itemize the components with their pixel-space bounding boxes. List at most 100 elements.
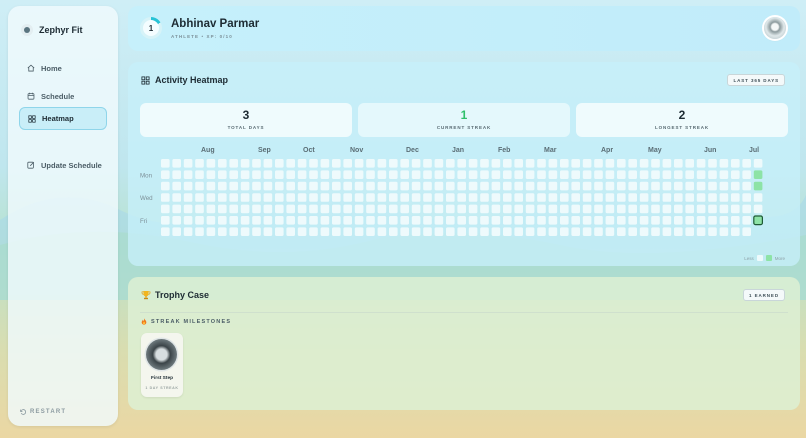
heatmap-day[interactable] [548,204,558,214]
heatmap-day[interactable] [571,181,580,191]
heatmap-day[interactable] [731,170,740,179]
heatmap-day[interactable] [696,159,706,168]
heatmap-day[interactable] [195,170,204,179]
heatmap-day[interactable] [594,181,603,191]
heatmap-day[interactable] [548,193,558,202]
heatmap-day[interactable] [491,227,501,236]
heatmap-day[interactable] [263,216,273,225]
heatmap-day[interactable] [503,193,512,202]
heatmap-day[interactable] [685,193,694,202]
heatmap-day[interactable] [377,181,387,191]
heatmap-day[interactable] [480,216,489,225]
heatmap-day[interactable] [457,181,466,191]
heatmap-day[interactable] [651,193,660,202]
heatmap-day[interactable] [480,181,489,191]
heatmap-day[interactable] [320,204,330,214]
heatmap-day[interactable] [400,159,409,168]
heatmap-day[interactable] [731,181,740,191]
heatmap-day[interactable] [719,227,729,236]
heatmap-day[interactable] [423,181,432,191]
heatmap-day[interactable] [446,227,455,236]
heatmap-day[interactable] [639,204,649,214]
heatmap-day[interactable] [582,204,592,214]
heatmap-day[interactable] [172,204,181,214]
heatmap-day[interactable] [617,181,626,191]
heatmap-day[interactable] [252,181,261,191]
heatmap-day[interactable] [332,216,341,225]
heatmap-day[interactable] [594,227,603,236]
heatmap-day[interactable] [457,204,466,214]
heatmap-day[interactable] [525,170,535,179]
heatmap-day[interactable] [605,181,615,191]
brand[interactable]: Zephyr Fit [24,25,83,35]
heatmap-day[interactable] [172,170,181,179]
heatmap-day[interactable] [275,227,284,236]
heatmap-day[interactable] [389,216,398,225]
heatmap-day[interactable] [229,227,238,236]
heatmap-day[interactable] [183,204,193,214]
heatmap-day[interactable] [229,193,238,202]
heatmap-day[interactable] [240,227,250,236]
avatar[interactable] [764,17,786,39]
heatmap-day[interactable] [708,216,717,225]
heatmap-day[interactable] [503,227,512,236]
heatmap-day[interactable] [662,216,672,225]
restart-button[interactable]: RESTART [20,409,66,415]
heatmap-day[interactable] [468,181,478,191]
heatmap-day[interactable] [480,204,489,214]
heatmap-day[interactable] [297,216,307,225]
heatmap-day[interactable] [343,181,352,191]
heatmap-day[interactable] [286,227,295,236]
heatmap-day[interactable] [252,170,261,179]
heatmap-day[interactable] [297,204,307,214]
heatmap-day[interactable] [240,193,250,202]
heatmap-day[interactable] [343,227,352,236]
heatmap-day[interactable] [719,216,729,225]
heatmap-day[interactable] [400,170,409,179]
heatmap-day[interactable] [753,193,763,202]
badge-first-step[interactable]: First Step 1 DAY STREAK [141,333,183,397]
heatmap-day[interactable] [400,181,409,191]
heatmap-day[interactable] [400,193,409,202]
heatmap-day[interactable] [320,193,330,202]
heatmap-day[interactable] [343,159,352,168]
heatmap-day[interactable] [218,193,227,202]
heatmap-day[interactable] [628,170,637,179]
heatmap-day[interactable] [434,216,444,225]
heatmap-day[interactable] [617,170,626,179]
heatmap-day[interactable] [354,159,364,168]
heatmap-day[interactable] [628,159,637,168]
heatmap-day[interactable] [354,216,364,225]
heatmap-day[interactable] [252,227,261,236]
heatmap-day[interactable] [172,216,181,225]
heatmap-day[interactable] [275,204,284,214]
heatmap-day[interactable] [708,159,717,168]
heatmap-day[interactable] [560,193,569,202]
heatmap-day[interactable] [332,159,341,168]
heatmap-day[interactable] [400,216,409,225]
heatmap-day[interactable] [286,181,295,191]
heatmap-day[interactable] [457,170,466,179]
heatmap-day[interactable] [377,159,387,168]
sidebar-item-update-schedule[interactable]: Update Schedule [19,154,107,176]
heatmap-day[interactable] [183,227,193,236]
heatmap-day[interactable] [354,193,364,202]
heatmap-day[interactable] [240,181,250,191]
heatmap-day[interactable] [434,204,444,214]
heatmap-day[interactable] [742,216,751,225]
heatmap-day[interactable] [423,216,432,225]
heatmap-day[interactable] [708,227,717,236]
heatmap-day[interactable] [263,181,273,191]
heatmap-day[interactable] [696,216,706,225]
heatmap-day[interactable] [297,170,307,179]
heatmap-day[interactable] [480,170,489,179]
heatmap-day[interactable] [594,204,603,214]
heatmap-day[interactable] [354,227,364,236]
heatmap-day[interactable] [434,181,444,191]
heatmap-day-active[interactable] [753,215,763,226]
heatmap-day[interactable] [708,181,717,191]
heatmap-day[interactable] [651,227,660,236]
heatmap-day[interactable] [332,204,341,214]
heatmap-day[interactable] [503,204,512,214]
heatmap-day[interactable] [605,227,615,236]
